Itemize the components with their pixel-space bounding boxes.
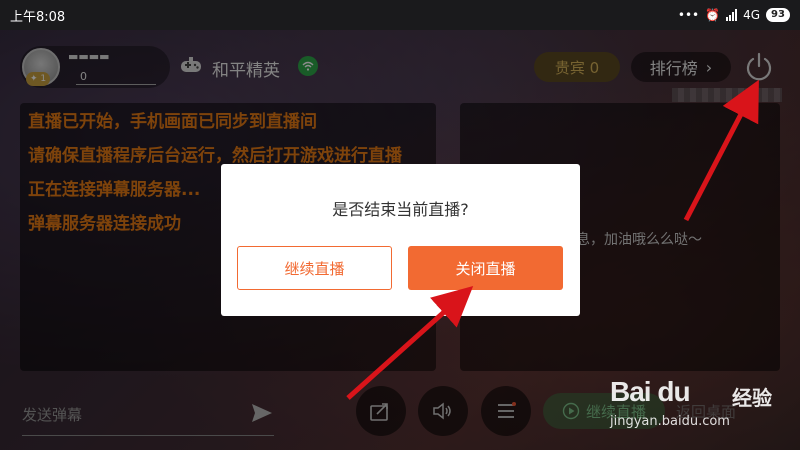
baidu-logo: Bai du [610, 376, 691, 407]
watermark-url: jingyan.baidu.com [610, 414, 730, 429]
status-bar: 上午8:08 ••• ⏰ 4G 93 [0, 0, 800, 30]
baidu-jingyan-watermark: Bai du 经验 jingyan.baidu.com [600, 370, 796, 440]
status-time: 上午8:08 [10, 9, 66, 25]
continue-live-dialog-button[interactable]: 继续直播 [237, 246, 392, 290]
network-type: 4G [743, 8, 760, 22]
status-indicators: ••• ⏰ 4G 93 [678, 8, 790, 22]
dialog-title: 是否结束当前直播? [332, 200, 469, 219]
close-live-button[interactable]: 关闭直播 [408, 246, 563, 290]
more-dots-icon: ••• [677, 8, 700, 22]
jingyan-label: 经验 [732, 386, 772, 410]
end-live-dialog: 是否结束当前直播? 继续直播 关闭直播 [221, 164, 580, 316]
alarm-icon: ⏰ [705, 8, 721, 22]
battery-level: 93 [766, 8, 790, 22]
signal-icon [726, 9, 738, 21]
